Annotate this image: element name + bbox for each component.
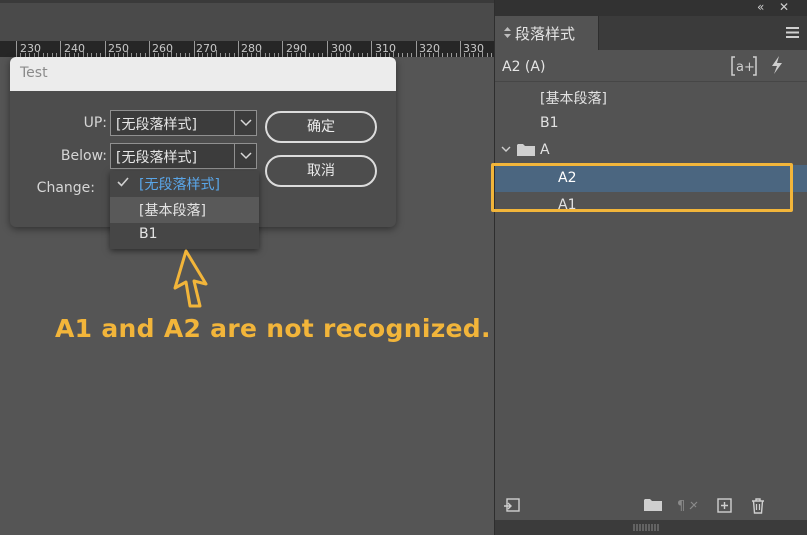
- below-select-value: [无段落样式]: [116, 150, 197, 166]
- ruler-tick: [82, 50, 84, 57]
- list-item[interactable]: B1: [495, 110, 807, 137]
- ruler-tick: [149, 41, 151, 57]
- new-style-icon[interactable]: [717, 498, 732, 513]
- ruler-tick: [349, 50, 350, 57]
- ruler-tick: [193, 41, 195, 57]
- tab-title: 段落样式: [515, 25, 576, 43]
- dropdown-item-label: B1: [139, 226, 158, 242]
- trash-icon[interactable]: [751, 498, 765, 514]
- list-item-label: B1: [540, 115, 559, 131]
- ruler-tick: [393, 50, 395, 57]
- paragraph-styles-panel: « ✕ 段落样式 A2 (A) a+ [基本段落] B1 A A2 A1 ¶: [494, 0, 807, 535]
- close-icon[interactable]: ✕: [779, 0, 789, 14]
- checkmark-icon: [117, 177, 129, 187]
- ruler-tick: [171, 50, 173, 57]
- dialog-title: Test: [10, 57, 396, 91]
- ruler-tick: [260, 50, 262, 57]
- folder-icon: [517, 144, 535, 156]
- ruler-tick: [437, 50, 439, 57]
- panel-tab-bar: 段落样式: [495, 16, 807, 50]
- dropdown-item-label: [基本段落]: [139, 203, 206, 219]
- highlight-box: [491, 163, 793, 212]
- panel-resize-bar[interactable]: [495, 520, 807, 535]
- svg-text:a+: a+: [736, 60, 755, 75]
- dropdown-item[interactable]: B1: [110, 223, 259, 249]
- panel-topbar: « ✕: [495, 0, 807, 16]
- chevron-down-icon[interactable]: [501, 146, 511, 153]
- folder-icon[interactable]: [644, 498, 662, 512]
- list-item-label: [基本段落]: [540, 91, 607, 107]
- up-select[interactable]: [无段落样式]: [110, 110, 257, 136]
- below-select[interactable]: [无段落样式]: [110, 143, 257, 169]
- ruler-tick: [304, 50, 306, 57]
- annotation-text: A1 and A2 are not recognized.: [55, 314, 491, 343]
- chevron-down-icon[interactable]: [234, 111, 256, 135]
- up-select-value: [无段落样式]: [116, 117, 197, 133]
- below-label: Below:: [60, 148, 107, 164]
- ruler-tick: [215, 50, 217, 57]
- list-item[interactable]: [基本段落]: [495, 83, 807, 110]
- lightning-icon[interactable]: [771, 56, 783, 74]
- dropdown-item-label: [无段落样式]: [139, 177, 220, 193]
- double-chevron-left-icon[interactable]: «: [757, 0, 764, 14]
- clear-overrides-icon[interactable]: ¶: [677, 498, 699, 512]
- svg-text:¶: ¶: [677, 499, 685, 512]
- up-label: UP:: [83, 115, 107, 131]
- ruler-tick: [60, 41, 62, 57]
- ruler-tick: [326, 41, 328, 57]
- style-group-row[interactable]: A: [495, 137, 807, 164]
- load-styles-icon[interactable]: [503, 498, 521, 514]
- dropdown-item[interactable]: [基本段落]: [110, 197, 259, 223]
- hamburger-menu-icon[interactable]: [786, 27, 799, 38]
- ruler-tick: [104, 41, 106, 57]
- ruler-tick: [482, 50, 484, 57]
- resize-grip-icon[interactable]: [633, 524, 659, 531]
- below-dropdown-list: [无段落样式] [基本段落] B1: [110, 171, 259, 249]
- ruler-tick: [415, 41, 417, 57]
- tab-paragraph-styles[interactable]: 段落样式: [495, 16, 599, 50]
- horizontal-ruler: 230 240 250 260 270 280 290 300 310 320 …: [0, 41, 494, 57]
- dropdown-item[interactable]: [无段落样式]: [110, 171, 259, 197]
- list-item-label: A: [540, 142, 550, 158]
- pointer-arrow-icon: [173, 249, 208, 308]
- document-tab-strip: [0, 0, 494, 41]
- ruler-tick: [16, 41, 17, 57]
- ok-button[interactable]: 确定: [265, 111, 377, 143]
- current-style-label: A2 (A): [502, 59, 546, 75]
- ruler-tick: [38, 50, 40, 57]
- current-style-bar: A2 (A) a+: [495, 50, 807, 82]
- updown-arrows-icon: [504, 27, 511, 38]
- ruler-tick: [460, 41, 461, 57]
- change-label: Change:: [36, 180, 95, 196]
- panel-bottom-toolbar: ¶: [495, 492, 807, 520]
- chevron-down-icon[interactable]: [234, 144, 256, 168]
- cancel-button[interactable]: 取消: [265, 155, 377, 187]
- ruler-tick: [282, 41, 284, 57]
- ruler-tick: [127, 50, 128, 57]
- new-style-from-selection-icon[interactable]: a+: [731, 56, 757, 76]
- ruler-tick: [371, 41, 373, 57]
- ruler-tick: [238, 41, 239, 57]
